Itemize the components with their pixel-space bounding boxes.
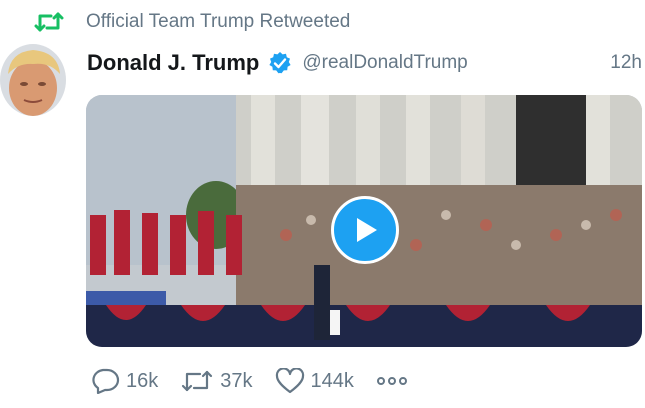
avatar[interactable] [0,44,66,116]
retweet-icon [182,370,213,392]
tweet-header: Donald J. Trump @realDonaldTrump 12h [87,47,645,79]
more-button[interactable] [376,375,408,387]
like-button[interactable]: 144k [275,368,354,394]
retweet-button[interactable]: 37k [180,368,253,394]
retweet-context: Official Team Trump Retweeted [34,9,350,35]
retweeted-by-label: Official Team Trump Retweeted [86,11,351,32]
play-button[interactable] [331,196,399,264]
author-name[interactable]: Donald J. Trump [87,50,259,76]
reply-button[interactable]: 16k [90,368,158,394]
video-thumbnail[interactable] [86,95,642,347]
more-icon [376,377,407,385]
author-handle[interactable]: @realDonaldTrump [302,52,467,74]
retweet-icon [34,9,68,35]
heart-icon [275,368,304,394]
timestamp[interactable]: 12h [610,52,642,74]
tweet-actions: 16k 37k 144k [90,364,408,398]
like-count: 144k [310,369,354,392]
reply-count: 16k [126,369,159,392]
play-icon [357,218,377,242]
retweet-count: 37k [220,369,253,392]
verified-badge-icon [268,51,292,75]
reply-icon [92,368,120,394]
